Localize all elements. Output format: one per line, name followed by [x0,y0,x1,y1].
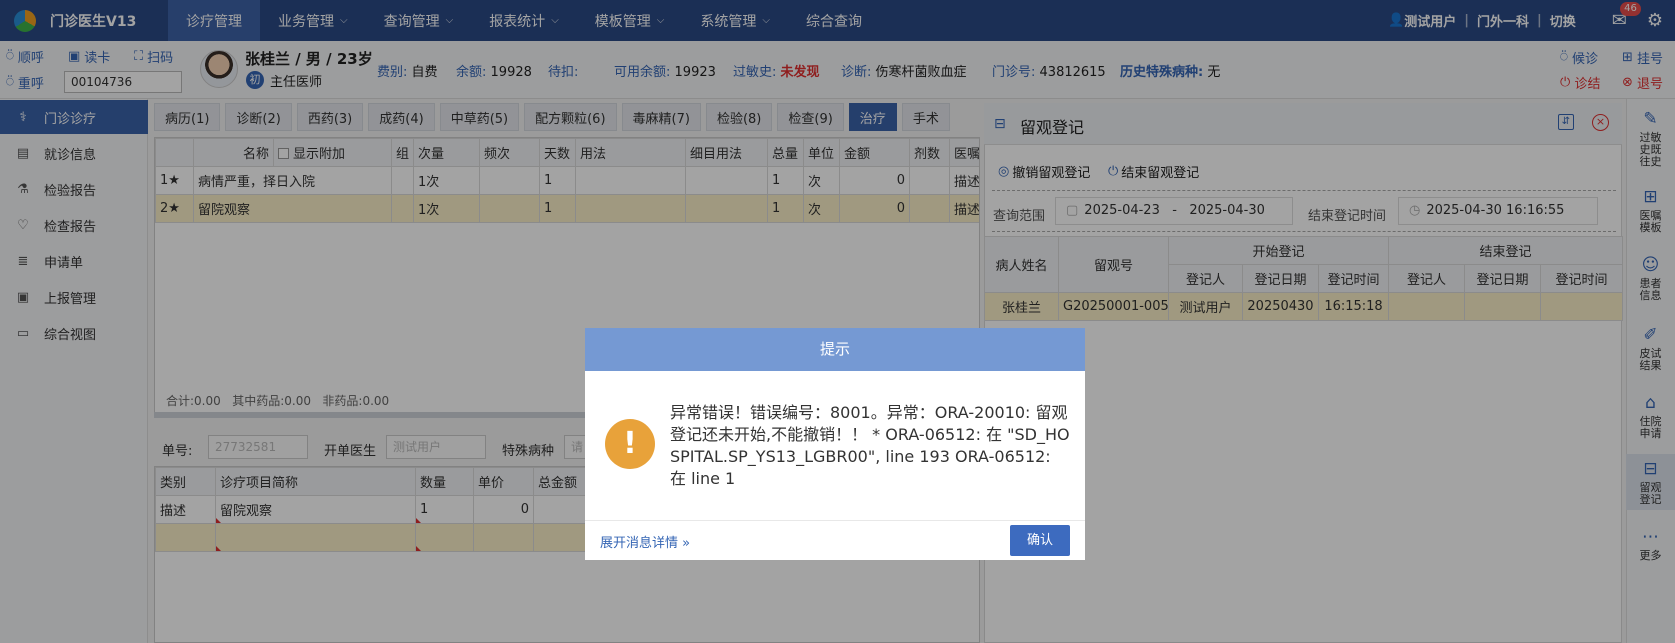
expand-details-link[interactable]: 展开消息详情 » [600,532,690,551]
dialog-title: 提示 [585,328,1085,371]
warning-icon: ! [605,419,655,469]
link-label: 展开消息详情 [600,536,679,551]
divider [585,520,1085,521]
confirm-button[interactable]: 确认 [1010,525,1070,556]
chevron-double-down-icon: » [682,536,691,551]
dialog-message: 异常错误！错误编号：8001。异常：ORA-20010: 留观登记还未开始,不能… [670,403,1070,488]
